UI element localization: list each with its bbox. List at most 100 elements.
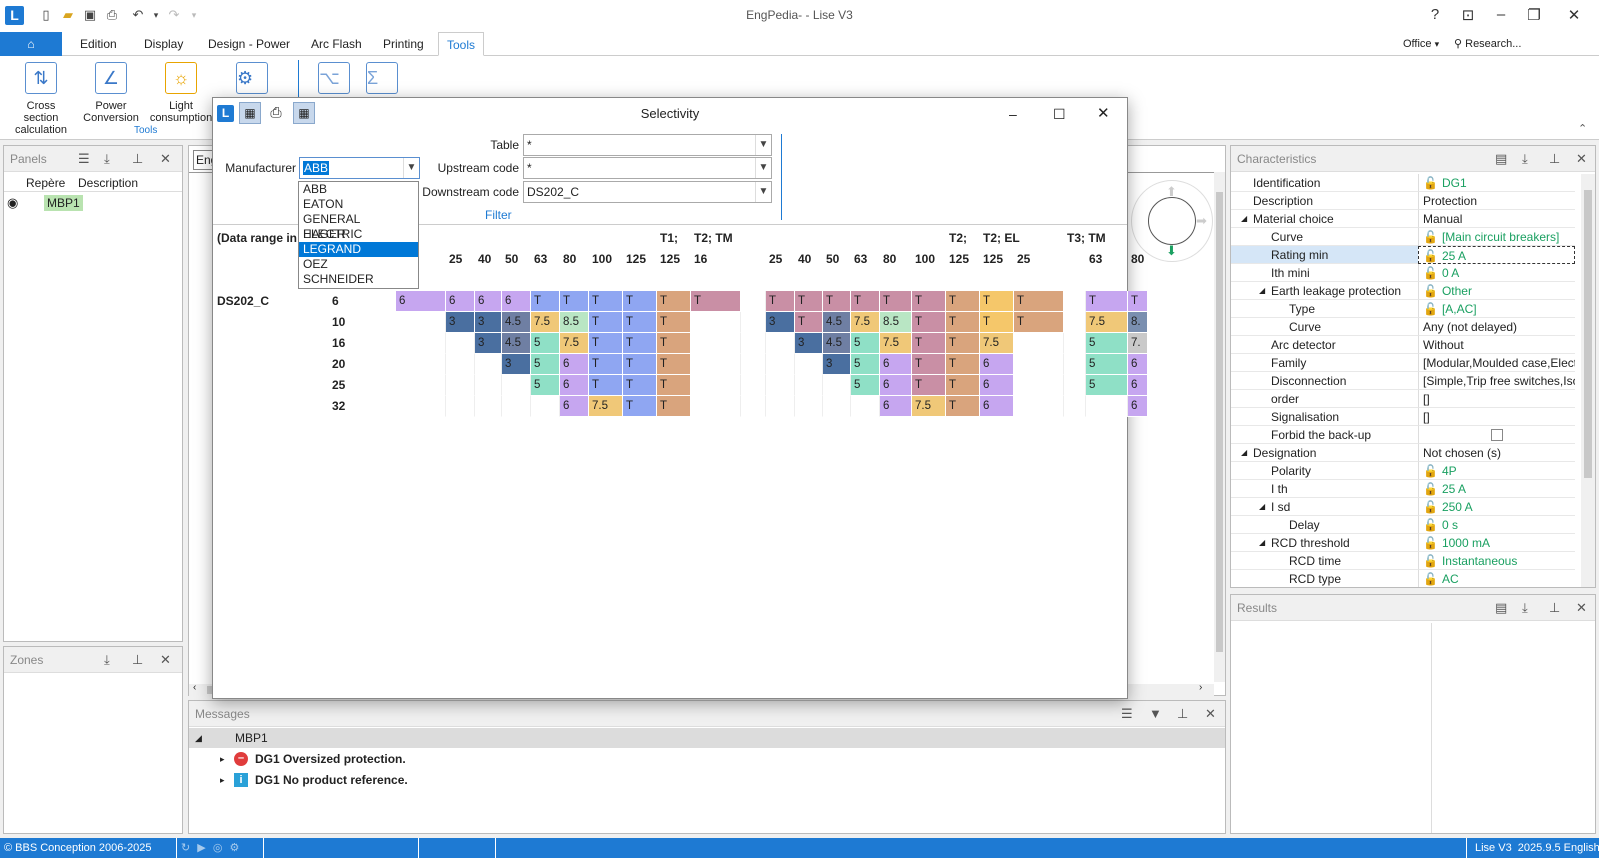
dock-icon[interactable]: ⤓: [104, 647, 110, 673]
selectivity-cell[interactable]: 3: [475, 312, 502, 333]
selectivity-cell[interactable]: [1064, 333, 1086, 354]
selectivity-cell[interactable]: 8.5: [560, 312, 589, 333]
property-row[interactable]: Curve Any (not delayed): [1231, 318, 1577, 336]
manufacturer-option[interactable]: GENERAL ELECTRIC: [299, 212, 418, 241]
close-icon[interactable]: ✕: [1559, 6, 1589, 24]
selectivity-cell[interactable]: [741, 396, 766, 417]
vertical-scroll-thumb[interactable]: [1216, 192, 1223, 652]
research-input[interactable]: ⚲ Research...: [1446, 32, 1591, 56]
tab-tools[interactable]: Tools: [438, 32, 485, 56]
selectivity-cell[interactable]: 6: [560, 375, 589, 396]
close-panel-icon[interactable]: ✕: [160, 146, 171, 172]
selectivity-cell[interactable]: T: [946, 396, 980, 417]
characteristics-scroll-thumb[interactable]: [1584, 190, 1592, 478]
selectivity-cell[interactable]: T: [980, 291, 1014, 312]
property-value[interactable]: 🔓 4P: [1418, 462, 1575, 480]
selectivity-cell[interactable]: 3: [766, 312, 795, 333]
selectivity-cell[interactable]: 5: [531, 354, 560, 375]
property-row[interactable]: ◢ Material choice Manual: [1231, 210, 1577, 228]
list-icon[interactable]: ☰: [1121, 701, 1133, 727]
selectivity-cell[interactable]: [691, 354, 741, 375]
characteristics-scrollbar[interactable]: [1581, 174, 1595, 587]
property-row[interactable]: I th 🔓 25 A: [1231, 480, 1577, 498]
lock-open-icon[interactable]: 🔓: [1423, 482, 1438, 496]
list-icon[interactable]: ▤: [1495, 146, 1507, 172]
selectivity-cell[interactable]: [741, 291, 766, 312]
property-value[interactable]: Protection: [1418, 192, 1575, 210]
selectivity-cell[interactable]: T: [912, 375, 946, 396]
selectivity-cell[interactable]: 6: [446, 291, 475, 312]
tab-display[interactable]: Display: [136, 32, 191, 56]
selectivity-cell[interactable]: 3: [475, 333, 502, 354]
expand-icon[interactable]: ▸: [220, 770, 225, 790]
property-value[interactable]: 🔓 1000 mA: [1418, 534, 1575, 552]
selectivity-cell[interactable]: [502, 375, 531, 396]
sync-icon[interactable]: ↻: [181, 842, 190, 854]
selectivity-cell[interactable]: 5: [1086, 333, 1128, 354]
property-row[interactable]: ◢ Designation Not chosen (s): [1231, 444, 1577, 462]
selectivity-cell[interactable]: 6: [560, 396, 589, 417]
selectivity-cell[interactable]: 6: [880, 354, 912, 375]
selectivity-cell[interactable]: 4.5: [823, 333, 851, 354]
selectivity-cell[interactable]: T: [880, 291, 912, 312]
selectivity-cell[interactable]: [396, 375, 446, 396]
grid-view-icon[interactable]: ▦: [239, 102, 261, 124]
selectivity-cell[interactable]: 7.: [1128, 333, 1148, 354]
selectivity-cell[interactable]: 5: [1086, 375, 1128, 396]
property-value[interactable]: 🔓 Instantaneous: [1418, 552, 1575, 570]
property-value[interactable]: 🔓 DG1: [1418, 174, 1575, 192]
lock-open-icon[interactable]: 🔓: [1423, 230, 1438, 244]
office-theme-select[interactable]: Office ▾: [1395, 32, 1447, 56]
manufacturer-option[interactable]: SCHNEIDER: [299, 272, 418, 287]
manufacturer-select[interactable]: ABB ▼: [299, 157, 420, 179]
selectivity-cell[interactable]: 8.: [1128, 312, 1148, 333]
collapse-icon[interactable]: ◢: [1259, 498, 1265, 516]
selectivity-cell[interactable]: 7.5: [912, 396, 946, 417]
property-value[interactable]: 🔓 Other: [1418, 282, 1575, 300]
dialog-maximize-icon[interactable]: ☐: [1053, 98, 1066, 130]
selectivity-cell[interactable]: T: [657, 354, 691, 375]
cross-section-button[interactable]: ⇅ Cross section calculation: [8, 62, 74, 136]
close-panel-icon[interactable]: ✕: [1576, 595, 1587, 621]
collapse-icon[interactable]: ◢: [1259, 534, 1265, 552]
filter-icon[interactable]: ▼: [1149, 701, 1162, 727]
property-row[interactable]: Forbid the back-up: [1231, 426, 1577, 444]
help-icon[interactable]: ?: [1420, 6, 1450, 23]
property-row[interactable]: RCD time 🔓 Instantaneous: [1231, 552, 1577, 570]
selectivity-cell[interactable]: 3: [502, 354, 531, 375]
selectivity-cell[interactable]: 7.5: [980, 333, 1014, 354]
tab-design-power[interactable]: Design - Power: [200, 32, 298, 56]
selectivity-cell[interactable]: 5: [851, 354, 880, 375]
dialog-close-icon[interactable]: ✕: [1097, 98, 1110, 130]
selectivity-cell[interactable]: T: [623, 375, 657, 396]
dock-icon[interactable]: ⤓: [104, 146, 110, 172]
table-select[interactable]: * ▼: [523, 134, 772, 156]
ribbon-display-icon[interactable]: ⊡: [1453, 6, 1483, 24]
property-value[interactable]: Any (not delayed): [1418, 318, 1575, 336]
eye-icon[interactable]: ◉: [7, 195, 18, 211]
chevron-down-icon[interactable]: ▼: [755, 135, 771, 155]
selectivity-cell[interactable]: [1064, 354, 1086, 375]
selectivity-cell[interactable]: [1064, 312, 1086, 333]
selectivity-cell[interactable]: T: [980, 312, 1014, 333]
selectivity-cell[interactable]: 6: [980, 354, 1014, 375]
lock-open-icon[interactable]: 🔓: [1423, 536, 1438, 550]
selectivity-cell[interactable]: T: [946, 354, 980, 375]
selectivity-cell[interactable]: T: [1086, 291, 1128, 312]
property-row[interactable]: Type 🔓 [A,AC]: [1231, 300, 1577, 318]
lock-open-icon[interactable]: 🔓: [1423, 572, 1438, 586]
collapse-icon[interactable]: ◢: [1241, 444, 1247, 462]
selectivity-cell[interactable]: T: [589, 291, 623, 312]
selectivity-cell[interactable]: 4.5: [823, 312, 851, 333]
selectivity-cell[interactable]: [1014, 375, 1064, 396]
selectivity-cell[interactable]: [396, 354, 446, 375]
selectivity-cell[interactable]: 6: [475, 291, 502, 312]
print-icon[interactable]: ⎙: [265, 102, 287, 124]
collapse-icon[interactable]: ◢: [1259, 282, 1265, 300]
selectivity-cell[interactable]: T: [795, 291, 823, 312]
list-icon[interactable]: ▤: [1495, 595, 1507, 621]
selectivity-cell[interactable]: T: [657, 375, 691, 396]
home-tab[interactable]: ⌂: [0, 32, 62, 56]
lock-open-icon[interactable]: 🔓: [1423, 464, 1438, 478]
selectivity-cell[interactable]: T: [1014, 312, 1064, 333]
